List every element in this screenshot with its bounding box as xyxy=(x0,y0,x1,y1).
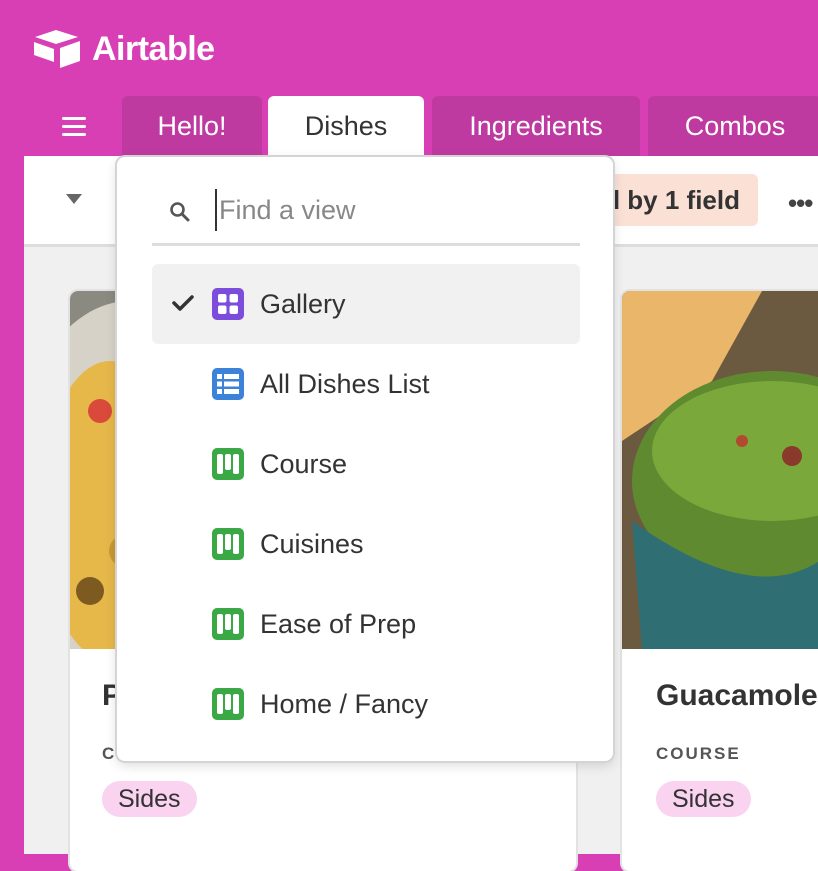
view-item-all-dishes-list[interactable]: All Dishes List xyxy=(152,344,580,424)
kanban-icon xyxy=(212,688,244,720)
tab-hello[interactable]: Hello! xyxy=(122,96,262,156)
tab-ingredients[interactable]: Ingredients xyxy=(432,96,640,156)
airtable-logo[interactable]: Airtable xyxy=(32,27,215,71)
card-title: Guacamole xyxy=(656,679,818,712)
search-icon xyxy=(170,202,190,222)
view-item-ease-of-prep[interactable]: Ease of Prep xyxy=(152,584,580,664)
sort-label: d by 1 field xyxy=(604,184,740,215)
card-field-label: COURSE xyxy=(656,744,741,763)
tab-label: Ingredients xyxy=(469,110,603,141)
app-name: Airtable xyxy=(92,29,215,68)
view-label: Ease of Prep xyxy=(260,609,417,639)
checkmark-icon xyxy=(172,295,194,311)
view-item-gallery[interactable]: Gallery xyxy=(152,264,580,344)
more-options-icon[interactable]: ••• xyxy=(788,188,813,219)
view-switcher-caret-icon[interactable] xyxy=(66,194,82,204)
view-item-home-fancy[interactable]: Home / Fancy xyxy=(152,664,580,744)
find-view-input[interactable] xyxy=(215,189,581,231)
view-label: Cuisines xyxy=(260,529,364,559)
hamburger-menu-icon[interactable] xyxy=(62,117,86,137)
view-label: Gallery xyxy=(260,289,346,319)
card-image xyxy=(622,291,818,649)
view-item-cuisines[interactable]: Cuisines xyxy=(152,504,580,584)
kanban-icon xyxy=(212,528,244,560)
gallery-icon xyxy=(212,288,244,320)
tab-label: Combos xyxy=(684,110,786,141)
view-label: All Dishes List xyxy=(260,369,430,399)
tab-combos[interactable]: Combos xyxy=(648,96,818,156)
view-item-course[interactable]: Course xyxy=(152,424,580,504)
course-tag: Sides xyxy=(102,781,197,817)
view-label: Home / Fancy xyxy=(260,689,429,719)
search-divider xyxy=(152,243,580,246)
tab-dishes[interactable]: Dishes xyxy=(268,96,424,156)
kanban-icon xyxy=(212,448,244,480)
airtable-logo-icon xyxy=(34,30,80,68)
view-label: Course xyxy=(260,449,348,479)
gallery-card[interactable]: Guacamole COURSE Sides xyxy=(622,291,818,871)
view-switcher-dropdown: Gallery All Dishes List Course C xyxy=(117,157,613,761)
course-tag: Sides xyxy=(656,781,751,817)
tab-label: Hello! xyxy=(157,110,227,141)
tab-label: Dishes xyxy=(304,110,388,141)
kanban-icon xyxy=(212,608,244,640)
grid-icon xyxy=(212,368,244,400)
